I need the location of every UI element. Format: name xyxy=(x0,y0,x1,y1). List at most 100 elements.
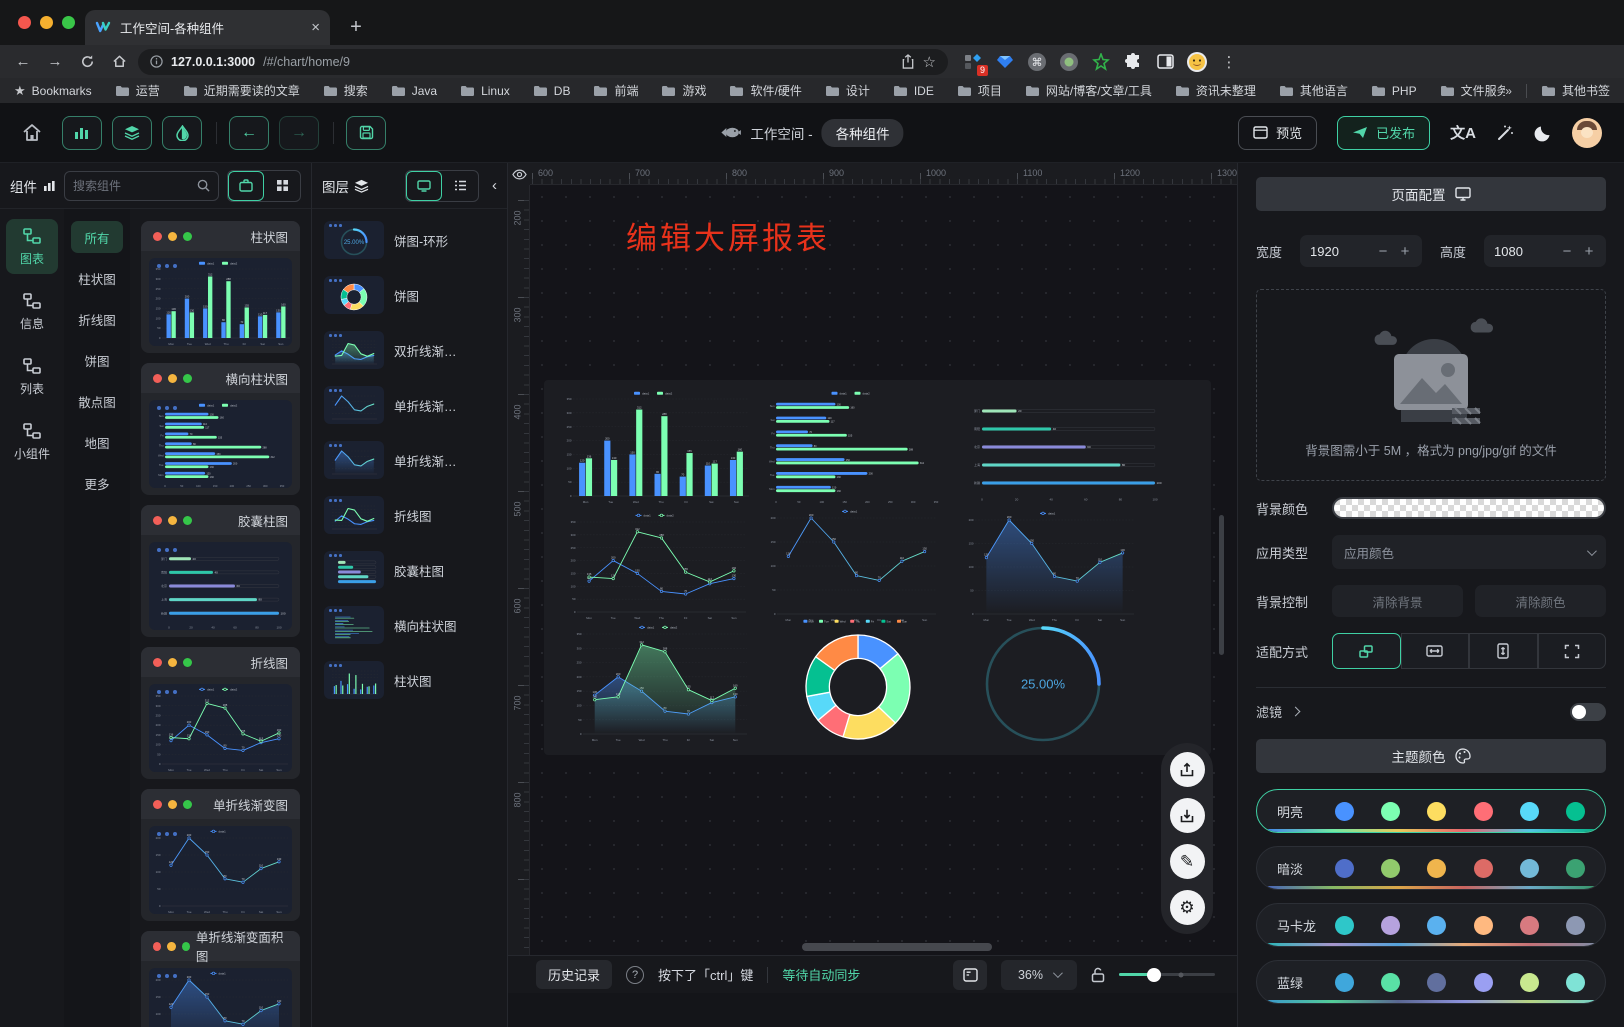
theme-color-dot[interactable] xyxy=(1335,802,1354,821)
theme-color-dot[interactable] xyxy=(1474,973,1493,992)
close-window-button[interactable] xyxy=(18,16,31,29)
theme-color-dot[interactable] xyxy=(1474,802,1493,821)
layer-item[interactable]: 双折线渐… xyxy=(324,331,495,369)
bookmark-folder[interactable]: 运营 xyxy=(115,82,160,99)
clear-background-button[interactable]: 清除背景 xyxy=(1332,585,1463,617)
fit-fullscreen-button[interactable] xyxy=(1538,633,1607,669)
theme-color-dot[interactable] xyxy=(1427,859,1446,878)
layer-item[interactable]: 单折线渐… xyxy=(324,386,495,424)
history-button[interactable]: 历史记录 xyxy=(536,960,612,989)
zoom-slider[interactable] xyxy=(1119,973,1215,976)
zoom-select[interactable]: 36% xyxy=(1001,960,1077,990)
user-avatar[interactable] xyxy=(1572,118,1602,148)
category-item[interactable]: 地图 xyxy=(71,426,123,458)
home-icon[interactable] xyxy=(106,49,132,75)
preview-button[interactable]: 预览 xyxy=(1238,116,1317,150)
bookmark-folder[interactable]: DB xyxy=(533,82,571,99)
canvas-chart-single-line[interactable]: data10501001502001202001508070110130MonT… xyxy=(766,508,941,627)
reload-icon[interactable] xyxy=(74,49,100,75)
theme-color-dot[interactable] xyxy=(1381,916,1400,935)
height-stepper[interactable]: 1080 − + xyxy=(1484,235,1606,267)
bookmarks-overflow-chevron[interactable]: » xyxy=(1505,84,1512,98)
toolbox-view-button[interactable] xyxy=(228,171,264,201)
forward-icon[interactable]: → xyxy=(42,49,68,75)
height-value[interactable]: 1080 xyxy=(1494,244,1552,259)
extensions-puzzle-icon[interactable] xyxy=(1122,51,1144,73)
category-item[interactable]: 更多 xyxy=(71,467,123,499)
rail-nav-item[interactable]: 列表 xyxy=(6,349,58,404)
canvas-chart-horizontal-bar[interactable]: data1data2050100150200250300350Sun130160… xyxy=(762,390,947,509)
bookmark-folder[interactable]: 其他语言 xyxy=(1279,82,1348,99)
bookmark-star-icon[interactable]: ☆ xyxy=(923,53,936,71)
theme-color-dot[interactable] xyxy=(1566,859,1585,878)
import-button[interactable] xyxy=(1170,798,1205,833)
theme-color-dot[interactable] xyxy=(1520,859,1539,878)
theme-color-dot[interactable] xyxy=(1381,859,1400,878)
theme-row[interactable]: 马卡龙 xyxy=(1256,903,1606,947)
share-icon[interactable] xyxy=(901,54,915,69)
width-increment-icon[interactable]: + xyxy=(1398,243,1412,260)
canvas-chart-single-area[interactable]: data10501001502001202001508070110130MonT… xyxy=(964,510,1139,627)
shortcut-panel-button[interactable] xyxy=(953,960,987,990)
layer-item[interactable]: 25.00% 饼图-环形 xyxy=(324,221,495,259)
layers-thumbnail-view-button[interactable] xyxy=(406,171,442,201)
fit-auto-button[interactable] xyxy=(1332,633,1401,669)
background-upload-dropzone[interactable]: 背景图需小于 5M ，格式为 png/jpg/gif 的文件 xyxy=(1256,289,1606,481)
width-value[interactable]: 1920 xyxy=(1310,244,1368,259)
fit-height-button[interactable] xyxy=(1469,633,1538,669)
canvas-chart-pie[interactable]: MonTueWedThuFriSatSun xyxy=(778,618,938,753)
component-card[interactable]: 柱状图 data1data205010015020025030035012020… xyxy=(141,221,300,353)
theme-color-dot[interactable] xyxy=(1427,802,1446,821)
background-color-swatch[interactable] xyxy=(1332,497,1606,519)
bookmark-folder[interactable]: 资讯未整理 xyxy=(1175,82,1256,99)
bookmark-folder[interactable]: IDE xyxy=(893,82,934,99)
canvas-chart-ring-progress[interactable]: 25.00% xyxy=(968,620,1118,753)
grid-view-button[interactable] xyxy=(264,171,300,201)
width-decrement-icon[interactable]: − xyxy=(1376,243,1390,260)
rail-nav-item[interactable]: 小组件 xyxy=(6,414,58,469)
app-home-icon[interactable] xyxy=(22,123,42,142)
theme-color-dot[interactable] xyxy=(1427,916,1446,935)
canvas-vertical-scrollbar[interactable] xyxy=(1219,515,1224,655)
layer-item[interactable]: 饼图 xyxy=(324,276,495,314)
layer-item[interactable]: 胶囊柱图 xyxy=(324,551,495,589)
layer-item[interactable]: 折线图 xyxy=(324,496,495,534)
theme-color-dot[interactable] xyxy=(1381,973,1400,992)
minimize-window-button[interactable] xyxy=(40,16,53,29)
side-panel-icon[interactable] xyxy=(1154,51,1176,73)
theme-color-dot[interactable] xyxy=(1566,802,1585,821)
theme-row[interactable]: 蓝绿 xyxy=(1256,960,1606,1004)
layer-item[interactable]: 单折线渐… xyxy=(324,441,495,479)
theme-color-dot[interactable] xyxy=(1335,973,1354,992)
bookmark-folder[interactable]: 项目 xyxy=(957,82,1002,99)
theme-color-dot[interactable] xyxy=(1427,973,1446,992)
rail-nav-item[interactable]: 信息 xyxy=(6,284,58,339)
rail-nav-item[interactable]: 图表 xyxy=(6,219,58,274)
language-toggle-icon[interactable]: 文A xyxy=(1450,122,1476,143)
chevron-right-icon[interactable] xyxy=(1291,707,1301,717)
undo-button[interactable]: ← xyxy=(229,116,269,150)
layer-item[interactable]: 柱状图 xyxy=(324,661,495,699)
search-input[interactable] xyxy=(73,179,193,193)
canvas-horizontal-scrollbar[interactable] xyxy=(802,943,992,951)
canvas-chart-line[interactable]: data1data2050100150200250300350120200150… xyxy=(566,512,751,625)
bookmark-folder[interactable]: 近期需要读的文章 xyxy=(183,82,300,99)
zoom-slider-handle[interactable] xyxy=(1147,968,1161,982)
eye-icon[interactable] xyxy=(512,169,527,180)
design-canvas[interactable]: 编辑大屏报表 data1data205010015020025030035012… xyxy=(530,185,1237,955)
export-button[interactable] xyxy=(1170,752,1205,787)
save-button[interactable] xyxy=(346,116,386,150)
edit-button[interactable]: ✎ xyxy=(1170,844,1205,879)
category-item[interactable]: 散点图 xyxy=(71,385,123,417)
bookmark-folder[interactable]: 前端 xyxy=(593,82,638,99)
command-extension-icon[interactable]: ⌘ xyxy=(1026,51,1048,73)
bookmark-folder[interactable]: Linux xyxy=(460,82,510,99)
settings-gear-button[interactable]: ⚙ xyxy=(1170,890,1205,925)
detail-panel-toggle-button[interactable] xyxy=(162,116,202,150)
component-card[interactable]: 单折线渐变图 data10501001502001202001508070110… xyxy=(141,789,300,921)
theme-color-dot[interactable] xyxy=(1566,973,1585,992)
redo-button[interactable]: → xyxy=(279,116,319,150)
bookmark-folder[interactable]: 文件服务器 xyxy=(1440,82,1506,99)
category-item[interactable]: 柱状图 xyxy=(71,262,123,294)
canvas-chart-bar[interactable]: data1data2050100150200250300350120200150… xyxy=(562,390,752,509)
